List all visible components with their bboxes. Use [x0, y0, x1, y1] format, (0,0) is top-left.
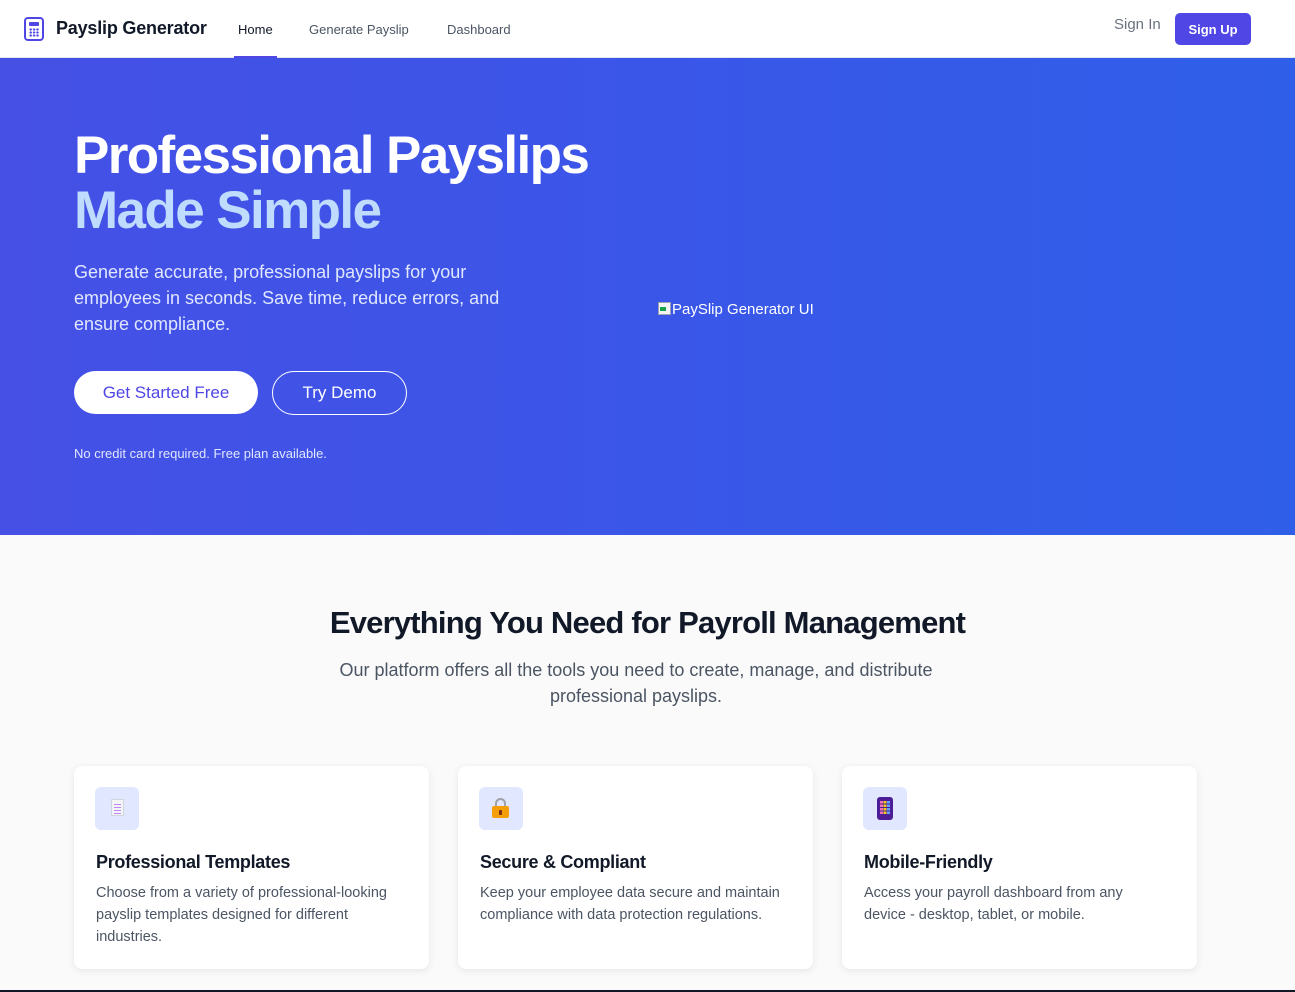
hero-subtitle: Generate accurate, professional payslips… [74, 262, 500, 334]
hero-image-placeholder: PaySlip Generator UI [657, 301, 814, 318]
mobile-phone-icon [863, 787, 907, 830]
document-icon [95, 787, 139, 830]
hero-note: No credit card required. Free plan avail… [74, 446, 327, 461]
card-title: Secure & Compliant [480, 852, 646, 872]
sign-in-link[interactable]: Sign In [1114, 16, 1161, 33]
nav-link-generate-payslip[interactable]: Generate Payslip [309, 22, 409, 37]
card-description: Choose from a variety of professional-lo… [96, 885, 387, 945]
features-title: Everything You Need for Payroll Manageme… [329, 605, 966, 640]
brand-name[interactable]: Payslip Generator [56, 18, 207, 39]
calculator-icon[interactable] [24, 17, 44, 41]
hero-image-alt: PaySlip Generator UI [672, 301, 814, 318]
get-started-button[interactable]: Get Started Free [74, 371, 258, 414]
card-title: Mobile-Friendly [864, 852, 993, 872]
card-description: Access your payroll dashboard from any d… [864, 885, 1123, 923]
hero-title-line1: Professional Payslips [74, 126, 590, 185]
features-subtitle: Our platform offers all the tools you ne… [339, 660, 933, 706]
hero-title-line2: Made Simple [74, 181, 382, 240]
nav-link-home[interactable]: Home [238, 22, 273, 37]
lock-icon [479, 787, 523, 830]
card-title: Professional Templates [96, 852, 291, 872]
hero-section: Professional Payslips Made Simple Genera… [0, 58, 1295, 535]
try-demo-button[interactable]: Try Demo [272, 371, 407, 415]
broken-image-icon [657, 301, 671, 315]
hero-title: Professional Payslips Made Simple [74, 126, 590, 240]
feature-card-templates: Professional Templates Choose from a var… [74, 766, 429, 969]
top-navbar: Payslip Generator Home Generate Payslip … [0, 0, 1295, 58]
sign-up-button[interactable]: Sign Up [1175, 13, 1251, 45]
nav-link-dashboard[interactable]: Dashboard [447, 22, 511, 37]
feature-card-mobile: Mobile-Friendly Access your payroll dash… [842, 766, 1197, 969]
card-description: Keep your employee data secure and maint… [480, 885, 780, 923]
feature-card-secure: Secure & Compliant Keep your employee da… [458, 766, 813, 969]
